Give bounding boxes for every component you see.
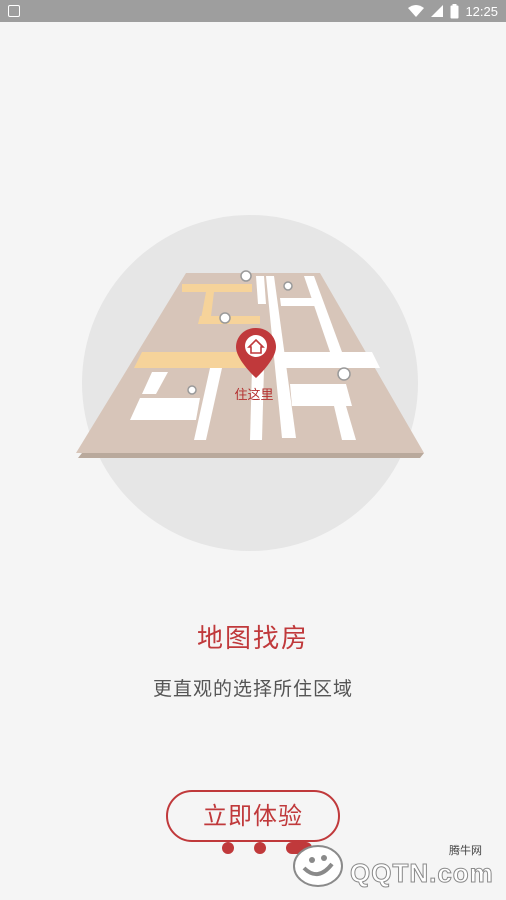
map-illustration: 住这里	[76, 215, 424, 551]
battery-icon	[450, 3, 459, 18]
watermark-small-text: 腾牛网	[449, 844, 482, 857]
page-title: 地图找房	[196, 624, 309, 654]
watermark-logo-icon	[293, 845, 343, 887]
status-time: 12:25	[465, 3, 498, 19]
notification-icon	[8, 5, 20, 17]
status-icons: 12:25	[408, 0, 498, 22]
wifi-icon	[408, 5, 425, 17]
try-now-button[interactable]: 立即体验	[166, 790, 340, 842]
watermark-brand-text: QQTN.com	[350, 858, 494, 889]
page-dot-2[interactable]	[254, 842, 266, 854]
signal-icon	[431, 5, 444, 17]
watermark: 腾牛网 QQTN.com	[288, 836, 498, 894]
pin-label: 住这里	[234, 387, 273, 403]
page-dot-1[interactable]	[222, 842, 234, 854]
status-bar: 12:25	[0, 0, 506, 22]
page-subtitle: 更直观的选择所住区域	[152, 678, 353, 700]
